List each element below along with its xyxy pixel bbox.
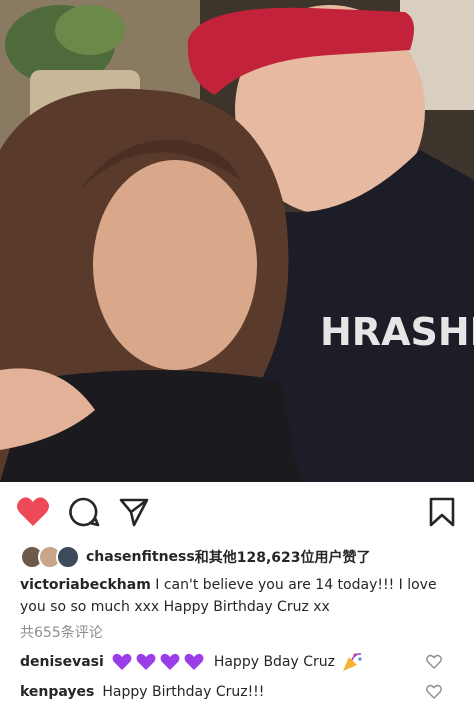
shirt-print: HRASHE [320, 310, 474, 354]
photo-illustration: HRASHE [0, 0, 474, 482]
heart-filled-icon[interactable] [16, 496, 50, 528]
purple-heart-icon [160, 653, 180, 670]
likes-summary[interactable]: chasenfitness 和其他128,623位用户赞了 [20, 542, 460, 572]
comment-username[interactable]: kenpayes [20, 684, 94, 700]
comment-bubble-icon[interactable] [68, 496, 100, 528]
liker-avatars [20, 545, 80, 569]
paper-plane-icon[interactable] [118, 496, 150, 528]
avatar [56, 545, 80, 569]
view-comments-link[interactable]: 共655条评论 [20, 622, 103, 642]
comment-row: denisevasi Happy Bday Cruz [20, 650, 460, 674]
likes-count-text: 和其他128,623位用户赞了 [194, 550, 371, 566]
heart-outline-icon[interactable] [426, 684, 442, 700]
comment-text: Happy Birthday Cruz!!! [102, 684, 265, 700]
bookmark-icon[interactable] [428, 496, 456, 528]
heart-outline-icon[interactable] [426, 654, 442, 670]
purple-heart-icon [136, 653, 156, 670]
post-caption: victoriabeckham I can't believe you are … [20, 574, 460, 618]
party-popper-icon [343, 653, 362, 671]
post-photo[interactable]: HRASHE [0, 0, 474, 482]
purple-heart-icon [184, 653, 204, 670]
action-bar [0, 482, 474, 542]
purple-heart-icon [112, 653, 132, 670]
comment-row: kenpayes Happy Birthday Cruz!!! [20, 680, 460, 704]
comment-username[interactable]: denisevasi [20, 654, 104, 670]
likes-username[interactable]: chasenfitness [86, 549, 195, 565]
comment-text: Happy Bday Cruz [213, 654, 336, 670]
caption-username[interactable]: victoriabeckham [20, 577, 151, 593]
